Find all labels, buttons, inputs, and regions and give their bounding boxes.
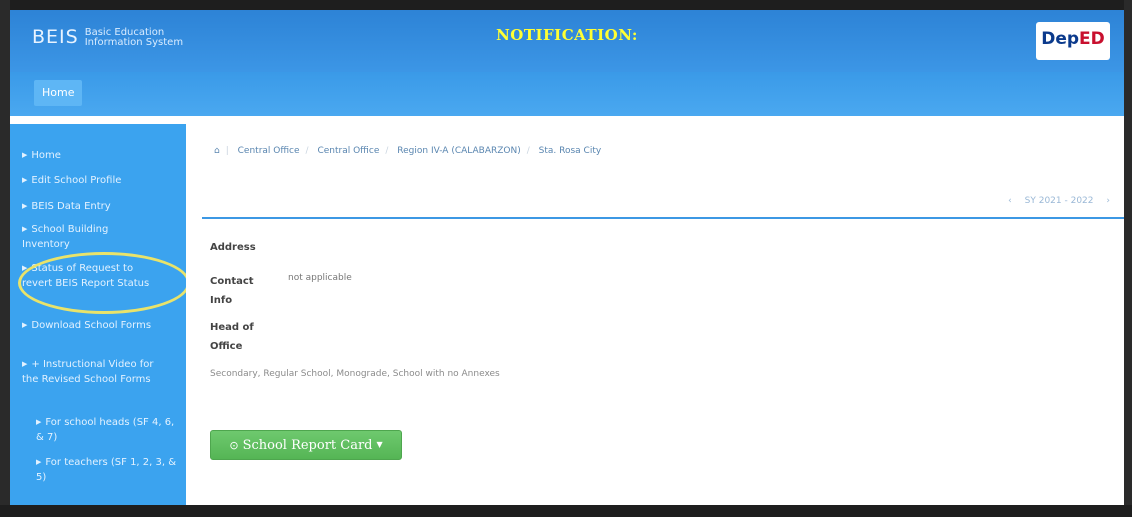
- highlight-annotation-circle: [18, 252, 190, 314]
- main-content: ⌂ | Central Office / Central Office / Regio…: [186, 124, 1124, 505]
- address-label: Address: [210, 242, 256, 253]
- sy-prev-icon[interactable]: ‹: [1008, 196, 1012, 206]
- sidebar-item-for-school-heads[interactable]: ▶ For school heads (SF 4, 6, & 7): [36, 415, 182, 445]
- arrow-right-icon: ▶: [36, 418, 42, 426]
- sidebar-item-beis-data-entry[interactable]: ▶ BEIS Data Entry: [22, 199, 180, 214]
- sidebar-item-school-building-inventory[interactable]: ▶ School Building Inventory: [22, 222, 152, 252]
- deped-logo: DepED: [1036, 22, 1110, 60]
- arrow-right-icon: ▶: [22, 202, 28, 210]
- top-navbar: Home: [10, 72, 1124, 116]
- head-of-office-label: Head of Office: [210, 322, 254, 352]
- nav-home-button[interactable]: Home: [34, 80, 83, 106]
- section-divider: [202, 217, 1124, 219]
- school-classification: Secondary, Regular School, Monograde, Sc…: [210, 369, 500, 379]
- school-year-selector: ‹ SY 2021 - 2022 ›: [998, 196, 1110, 206]
- caret-down-icon: ▼: [376, 440, 383, 449]
- deped-logo-text: DepED: [1041, 29, 1105, 49]
- breadcrumb-item[interactable]: Central Office: [317, 146, 379, 156]
- sidebar-item-home[interactable]: ▶ Home: [22, 148, 180, 163]
- sidebar-item-instructional-video[interactable]: ▶ + Instructional Video for the Revised S…: [22, 357, 172, 387]
- globe-icon: ⊙: [229, 439, 239, 452]
- sy-label: SY 2021 - 2022: [1024, 196, 1094, 206]
- breadcrumb-item[interactable]: Sta. Rosa City: [539, 146, 602, 156]
- arrow-right-icon: ▶: [22, 151, 28, 159]
- sidebar-item-for-teachers[interactable]: ▶ For teachers (SF 1, 2, 3, & 5): [36, 455, 182, 485]
- school-report-card-button[interactable]: ⊙ School Report Card ▼: [210, 430, 402, 460]
- breadcrumb-item[interactable]: Region IV-A (CALABARZON): [397, 146, 520, 156]
- contact-info-value: not applicable: [288, 273, 352, 283]
- arrow-right-icon: ▶: [22, 176, 28, 184]
- sidebar-item-download-school-forms[interactable]: ▶ Download School Forms: [22, 318, 152, 333]
- app-header: BEIS Basic Education Information System …: [10, 10, 1124, 72]
- photo-frame-bottom: [0, 505, 1132, 517]
- app-screen: BEIS Basic Education Information System …: [10, 10, 1124, 505]
- notification-title: NOTIFICATION:: [496, 26, 638, 44]
- arrow-right-icon: ▶: [36, 458, 42, 466]
- contact-info-label: Contact Info: [210, 276, 254, 306]
- photo-frame-right: [1124, 0, 1132, 517]
- arrow-right-icon: ▶: [22, 225, 28, 233]
- arrow-right-icon: ▶: [22, 321, 28, 329]
- sy-next-icon[interactable]: ›: [1106, 196, 1110, 206]
- breadcrumb: ⌂ | Central Office / Central Office / Regio…: [214, 146, 602, 156]
- photo-frame-left: [0, 0, 10, 517]
- home-icon[interactable]: ⌂: [214, 146, 220, 156]
- sidebar-item-edit-school-profile[interactable]: ▶ Edit School Profile: [22, 173, 180, 188]
- arrow-right-icon: ▶: [22, 360, 28, 368]
- sidebar: ▶ Home ▶ Edit School Profile ▶ BEIS Data En…: [10, 124, 186, 505]
- header-separator: [10, 116, 1124, 124]
- breadcrumb-item[interactable]: Central Office: [238, 146, 300, 156]
- photo-frame-top: [0, 0, 1132, 10]
